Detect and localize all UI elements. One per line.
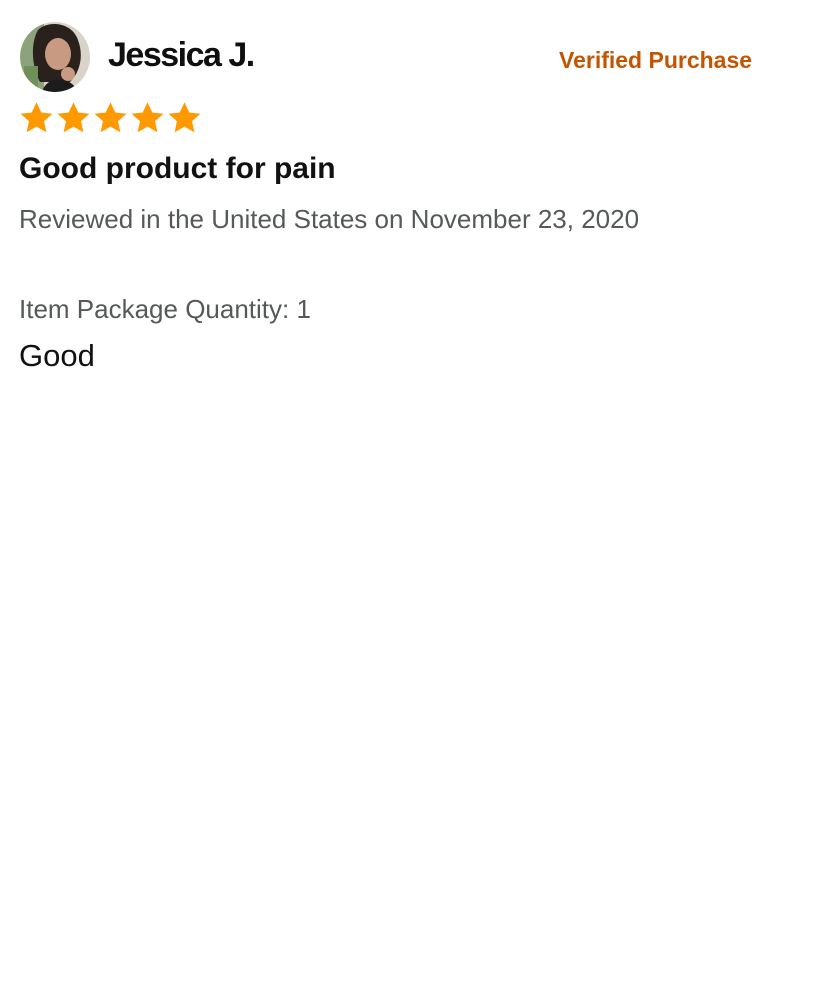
reviewer-name[interactable]: Jessica J. (108, 36, 255, 75)
star-icon (168, 102, 201, 133)
avatar-photo-icon (20, 22, 90, 92)
star-icon (57, 102, 90, 133)
review-title[interactable]: Good product for pain (19, 152, 336, 186)
review-date: Reviewed in the United States on Novembe… (19, 204, 640, 234)
review-card: Jessica J. Verified Purchase Good produc… (0, 0, 822, 989)
star-icon (94, 102, 127, 133)
star-rating (18, 100, 203, 138)
item-package-quantity: Item Package Quantity: 1 (19, 294, 311, 324)
verified-purchase-badge: Verified Purchase (559, 47, 753, 73)
star-icon (131, 102, 164, 133)
review-header: Jessica J. Verified Purchase (20, 22, 800, 92)
star-icon (20, 102, 53, 133)
review-body: Good (19, 338, 95, 373)
avatar[interactable] (20, 22, 90, 92)
